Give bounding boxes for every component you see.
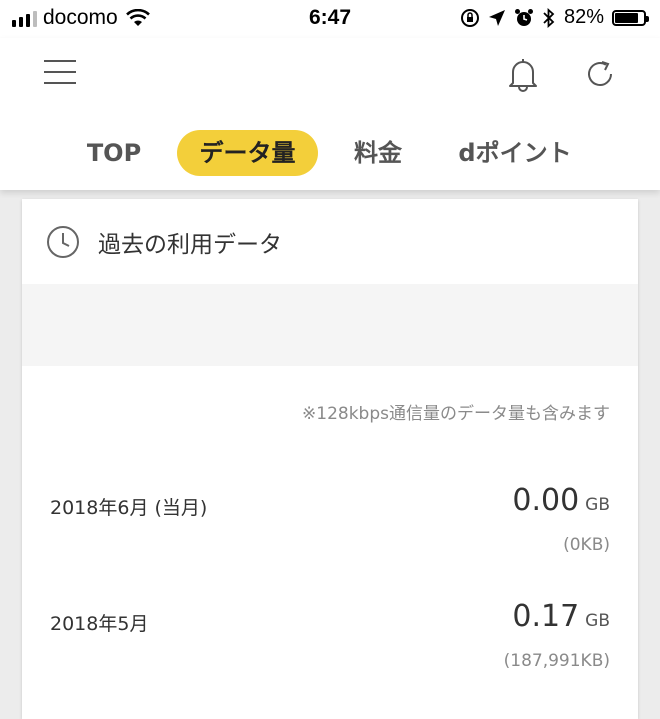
tab-charges[interactable]: 料金 bbox=[338, 130, 418, 176]
menu-button[interactable] bbox=[44, 60, 76, 90]
usage-value: 0.00 bbox=[512, 483, 580, 518]
usage-unit: GB bbox=[585, 495, 610, 515]
past-usage-card: 過去の利用データ ※128kbps通信量のデータ量も含みます 2018年6月 (… bbox=[22, 199, 638, 719]
usage-amount: 0.17 GB bbox=[512, 599, 610, 634]
app-header: TOP データ量 料金 dポイント bbox=[0, 38, 660, 190]
orientation-lock-icon bbox=[460, 8, 479, 27]
battery-level-fill bbox=[615, 12, 638, 23]
battery-percent: 82% bbox=[563, 6, 604, 28]
usage-amount: 0.00 GB bbox=[512, 483, 610, 518]
status-right: 82% bbox=[460, 6, 649, 29]
menu-line-icon bbox=[44, 71, 76, 73]
tab-bar: TOP データ量 料金 dポイント bbox=[0, 130, 660, 176]
usage-kb: (187,991KB) bbox=[503, 651, 610, 671]
gray-band bbox=[22, 284, 638, 366]
menu-line-icon bbox=[44, 82, 76, 84]
usage-row: 2018年6月 (当月) 0.00 GB (0KB) bbox=[22, 483, 638, 573]
bluetooth-icon bbox=[543, 7, 555, 28]
alarm-icon bbox=[514, 8, 533, 26]
bell-icon[interactable] bbox=[506, 56, 540, 92]
menu-line-icon bbox=[44, 60, 76, 62]
usage-kb: (0KB) bbox=[563, 535, 610, 555]
usage-value: 0.17 bbox=[512, 599, 580, 634]
clock-icon bbox=[47, 226, 79, 258]
usage-row: 2018年5月 0.17 GB (187,991KB) bbox=[22, 599, 638, 689]
tab-d-point[interactable]: dポイント bbox=[445, 130, 585, 176]
usage-note: ※128kbps通信量のデータ量も含みます bbox=[302, 404, 610, 424]
battery-icon bbox=[612, 9, 649, 26]
card-header: 過去の利用データ bbox=[22, 199, 638, 284]
card-title: 過去の利用データ bbox=[98, 232, 282, 258]
tab-top[interactable]: TOP bbox=[72, 130, 156, 176]
usage-month-label: 2018年6月 (当月) bbox=[50, 497, 208, 519]
usage-unit: GB bbox=[585, 611, 610, 631]
location-icon bbox=[488, 9, 505, 26]
refresh-icon[interactable] bbox=[584, 58, 616, 90]
tab-data-usage[interactable]: データ量 bbox=[177, 130, 318, 176]
status-bar: docomo 6:47 82% bbox=[0, 0, 660, 38]
usage-month-label: 2018年5月 bbox=[50, 613, 149, 635]
